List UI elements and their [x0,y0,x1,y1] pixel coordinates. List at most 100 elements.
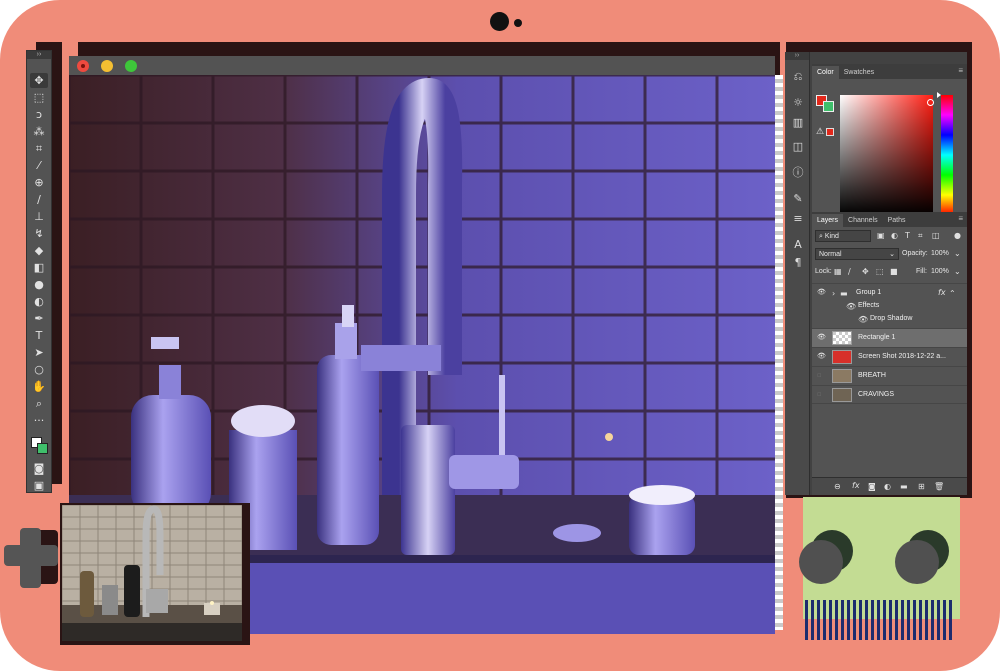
magic-wand-icon[interactable]: ⁂ [30,124,48,139]
right-joystick[interactable] [895,540,939,584]
picker-cursor[interactable] [927,99,934,106]
adjustments-icon[interactable]: ☼ [790,96,806,110]
layer-row[interactable]: 👁 Screen Shot 2018-12-22 a... [812,347,967,366]
visibility-off-icon[interactable]: ▫ [817,371,826,380]
history-brush-icon[interactable]: ↯ [30,226,48,241]
background-color[interactable] [823,101,834,112]
lock-image-icon[interactable]: ∕ [848,267,851,276]
lock-all-icon[interactable]: ■ [890,267,898,276]
lock-position-icon[interactable]: ✥ [862,267,869,276]
shape-icon[interactable]: ○ [30,362,48,377]
filter-shape-icon[interactable]: ⌗ [918,231,923,241]
adjustment-layer-icon[interactable]: ◐ [884,482,891,491]
hue-slider-marker[interactable] [937,92,941,98]
stamp-icon[interactable]: ⊥ [30,209,48,224]
canvas-scroll-edge[interactable] [775,75,783,630]
link-icon[interactable]: ⊖ [834,482,841,491]
history-icon[interactable]: ⎌ [790,70,806,84]
background-color-swatch[interactable] [37,443,48,454]
dodge-icon[interactable]: ◐ [30,294,48,309]
filter-toggle-icon[interactable]: ● [954,231,961,240]
brush-icon[interactable]: ∕ [30,192,48,207]
crop-icon[interactable]: ⌗ [30,141,48,156]
tab-swatches[interactable]: Swatches [839,66,879,79]
histogram-icon[interactable]: ▥ [790,116,806,130]
visibility-eye-icon[interactable]: 👁 [817,333,826,342]
tab-color[interactable]: Color [812,66,839,79]
fx-icon[interactable]: fx [852,481,860,490]
layer-name: Group 1 [856,289,882,296]
chevron-down-icon[interactable]: ⌄ [954,249,961,258]
type-icon[interactable]: T [30,328,48,343]
speaker-grille [805,600,955,640]
layer-row[interactable]: ▫ CRAVINGS [812,385,967,404]
gamut-warning-icon: ⚠ [816,127,825,137]
close-button[interactable] [77,60,89,72]
gamut-color-swatch[interactable] [826,128,834,136]
panel-grip[interactable]: ›› [27,51,51,59]
visibility-eye-icon[interactable]: 👁 [858,315,868,324]
healing-icon[interactable]: ⊕ [30,175,48,190]
visibility-eye-icon[interactable]: 👁 [817,352,826,361]
paragraph-icon[interactable]: ¶ [790,256,806,270]
quick-mask-icon[interactable]: ◙ [30,461,48,476]
layer-thumbnail [832,350,852,364]
panel-grip[interactable]: ›› [785,52,809,60]
zoom-icon[interactable]: ⌕ [30,396,48,411]
character-icon[interactable]: A [790,238,806,252]
chevron-down-icon: ⌄ [889,251,895,258]
fx-badge[interactable]: fx [938,288,946,297]
libraries-icon[interactable]: ◫ [790,140,806,154]
layer-name: Screen Shot 2018-12-22 a... [858,353,946,360]
filter-adjustment-icon[interactable]: ◐ [891,231,898,240]
lock-artboard-icon[interactable]: ⬚ [876,267,884,276]
minimize-button[interactable] [101,60,113,72]
color-picker-area: ⚠ [812,79,967,215]
hand-icon[interactable]: ✋ [30,379,48,394]
lock-transparent-icon[interactable]: ▦ [834,267,842,276]
layer-filter-select[interactable]: ⌕ Kind [815,230,871,242]
left-joystick[interactable] [799,540,843,584]
blur-icon[interactable]: ● [30,277,48,292]
brush-settings-icon[interactable]: ✎ [790,192,806,206]
panel-menu-icon[interactable]: ≡ [958,214,963,223]
path-select-icon[interactable]: ➤ [30,345,48,360]
saturation-brightness-field[interactable] [840,95,933,215]
eraser-icon[interactable]: ◆ [30,243,48,258]
document-titlebar[interactable] [69,56,775,75]
new-layer-icon[interactable]: ⊞ [918,482,925,491]
tab-channels[interactable]: Channels [843,214,883,227]
blend-mode-select[interactable]: Normal ⌄ [815,248,899,260]
tab-layers[interactable]: Layers [812,214,844,227]
lasso-icon[interactable]: ↄ [30,107,48,122]
new-group-icon[interactable]: ▬ [900,482,908,491]
hue-slider[interactable] [941,95,953,215]
gradient-icon[interactable]: ◧ [30,260,48,275]
mask-icon[interactable]: ◙ [868,482,876,491]
move-icon[interactable]: ✥ [30,73,48,88]
tab-paths[interactable]: Paths [883,214,911,227]
panel-menu-icon[interactable]: ≡ [958,66,963,75]
pen-icon[interactable]: ✒ [30,311,48,326]
layer-effect-row[interactable]: 👁 Drop Shadow [812,310,967,329]
dpad-horizontal[interactable] [4,545,58,566]
zoom-button[interactable] [125,60,137,72]
filter-type-icon[interactable]: T [905,231,910,240]
screen-mode-icon[interactable]: ▣ [30,478,48,493]
info-icon[interactable]: ⓘ [790,166,806,180]
marquee-icon[interactable]: ⬚ [30,90,48,105]
filter-smart-object-icon[interactable]: ◫ [932,231,940,240]
filter-pixel-icon[interactable]: ▣ [877,231,885,240]
eyedropper-icon[interactable]: ⁄ [30,158,48,173]
visibility-off-icon[interactable]: ▫ [817,390,826,399]
more-icon[interactable]: ··· [30,413,48,428]
chevron-down-icon[interactable]: ⌄ [954,267,961,276]
tool-presets-icon[interactable]: ≡ [790,212,806,226]
layer-row[interactable]: ▫ BREATH [812,366,967,385]
visibility-eye-icon[interactable]: 👁 [817,288,826,297]
opacity-value[interactable]: 100% [931,250,949,257]
trash-icon[interactable]: 🗑 [934,482,944,491]
layer-thumbnail [832,369,852,383]
layer-row-selected[interactable]: 👁 Rectangle 1 [812,328,967,347]
fill-value[interactable]: 100% [931,268,949,275]
